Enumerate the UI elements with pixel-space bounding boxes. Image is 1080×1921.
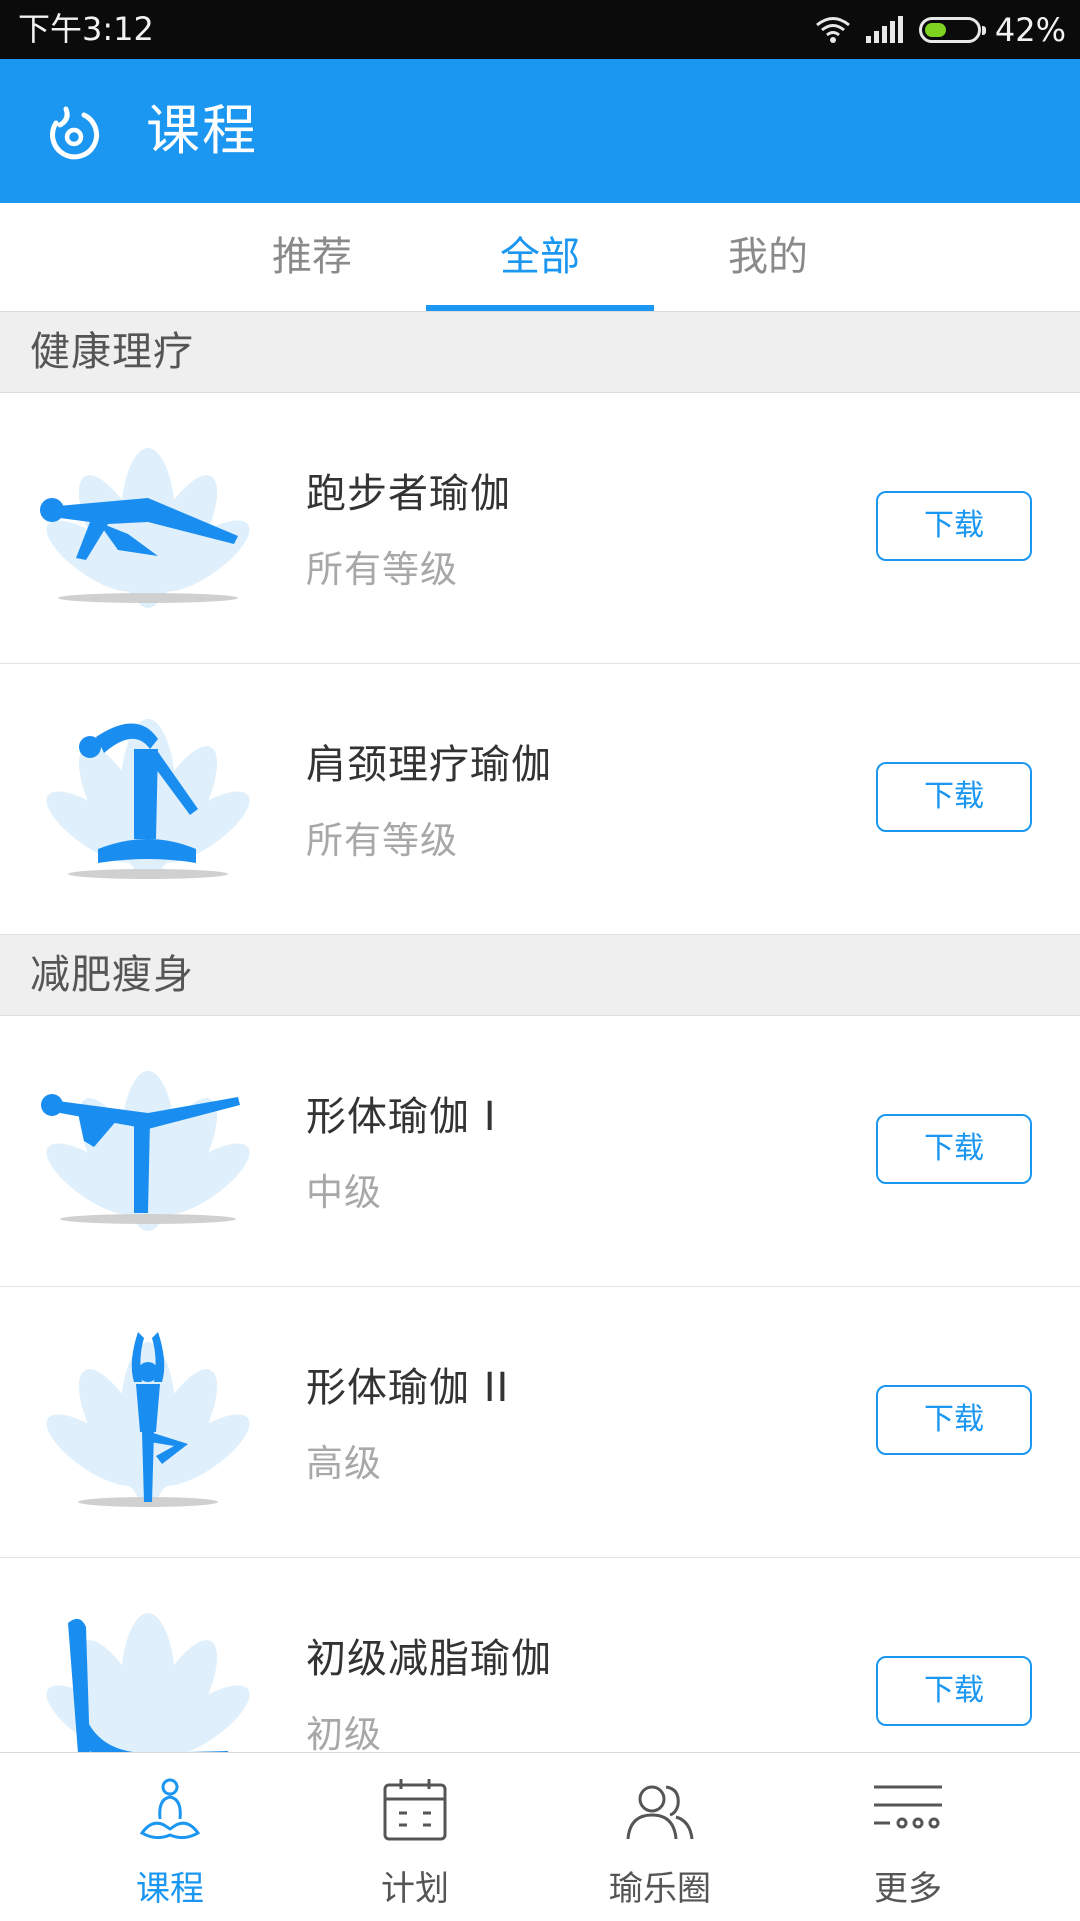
nav-plan[interactable]: 计划 — [315, 1753, 515, 1921]
status-icons: 42% — [815, 0, 1066, 59]
section-header: 健康理疗 — [0, 312, 1080, 393]
download-button[interactable]: 下载 — [876, 1114, 1032, 1184]
app-bar: 课程 — [0, 59, 1080, 203]
download-button[interactable]: 下载 — [876, 762, 1032, 832]
course-row[interactable]: 初级减脂瑜伽 初级 下载 — [0, 1558, 1080, 1752]
battery-percent: 42% — [994, 10, 1066, 49]
status-bar: 下午3:12 42% — [0, 0, 1080, 59]
seated-stretch-pose-icon — [46, 719, 250, 879]
nav-label: 更多 — [874, 1869, 942, 1909]
nav-label: 计划 — [381, 1869, 449, 1909]
course-list[interactable]: 健康理疗 跑步者瑜伽 所有等级 下载 肩颈理疗瑜伽 所有等级 下载 减肥瘦身 形… — [0, 312, 1080, 1752]
battery-level — [924, 22, 946, 37]
tab-all[interactable]: 全部 — [426, 203, 654, 311]
download-button[interactable]: 下载 — [876, 1656, 1032, 1726]
course-row[interactable]: 肩颈理疗瑜伽 所有等级 下载 — [0, 664, 1080, 935]
tab-bar: 推荐 全部 我的 — [0, 203, 1080, 312]
course-row[interactable]: 跑步者瑜伽 所有等级 下载 — [0, 393, 1080, 664]
people-icon — [626, 1785, 694, 1840]
course-name: 肩颈理疗瑜伽 — [306, 742, 552, 788]
section-header: 减肥瘦身 — [0, 935, 1080, 1016]
nav-community[interactable]: 瑜乐圈 — [560, 1753, 760, 1921]
course-level: 高级 — [306, 1442, 382, 1485]
course-level: 中级 — [306, 1171, 382, 1214]
course-level: 所有等级 — [306, 548, 458, 591]
nav-courses[interactable]: 课程 — [70, 1753, 270, 1921]
course-name: 形体瑜伽 I — [306, 1094, 497, 1140]
course-name: 初级减脂瑜伽 — [306, 1636, 552, 1682]
download-button[interactable]: 下载 — [876, 491, 1032, 561]
tree-pose-icon — [46, 1332, 250, 1507]
signal-icon — [865, 15, 903, 43]
active-tab-indicator — [426, 305, 654, 311]
bottom-nav: 课程 计划 瑜乐圈 更多 — [0, 1752, 1080, 1921]
nav-label: 瑜乐圈 — [609, 1869, 711, 1909]
nav-more[interactable]: 更多 — [808, 1753, 1008, 1921]
wifi-icon — [815, 16, 850, 43]
course-name: 形体瑜伽 II — [306, 1365, 510, 1411]
page-title: 课程 — [146, 99, 258, 162]
course-level: 初级 — [306, 1713, 382, 1752]
nav-label: 课程 — [136, 1869, 204, 1909]
tab-mine[interactable]: 我的 — [654, 203, 882, 311]
battery-icon — [918, 16, 986, 43]
download-button[interactable]: 下载 — [876, 1385, 1032, 1455]
tab-recommended[interactable]: 推荐 — [198, 203, 426, 311]
course-row[interactable]: 形体瑜伽 I 中级 下载 — [0, 1016, 1080, 1287]
warrior-three-pose-icon — [41, 1071, 250, 1231]
app-logo-icon — [50, 106, 99, 160]
course-row[interactable]: 形体瑜伽 II 高级 下载 — [0, 1287, 1080, 1558]
course-name: 跑步者瑜伽 — [306, 471, 511, 517]
more-menu-icon — [874, 1785, 942, 1829]
course-level: 所有等级 — [306, 819, 458, 862]
status-time: 下午3:12 — [18, 10, 154, 48]
calendar-icon — [383, 1779, 447, 1841]
downward-dog-pose-icon — [46, 1613, 250, 1752]
meditation-icon — [139, 1778, 201, 1840]
crawl-pose-icon — [40, 448, 250, 608]
